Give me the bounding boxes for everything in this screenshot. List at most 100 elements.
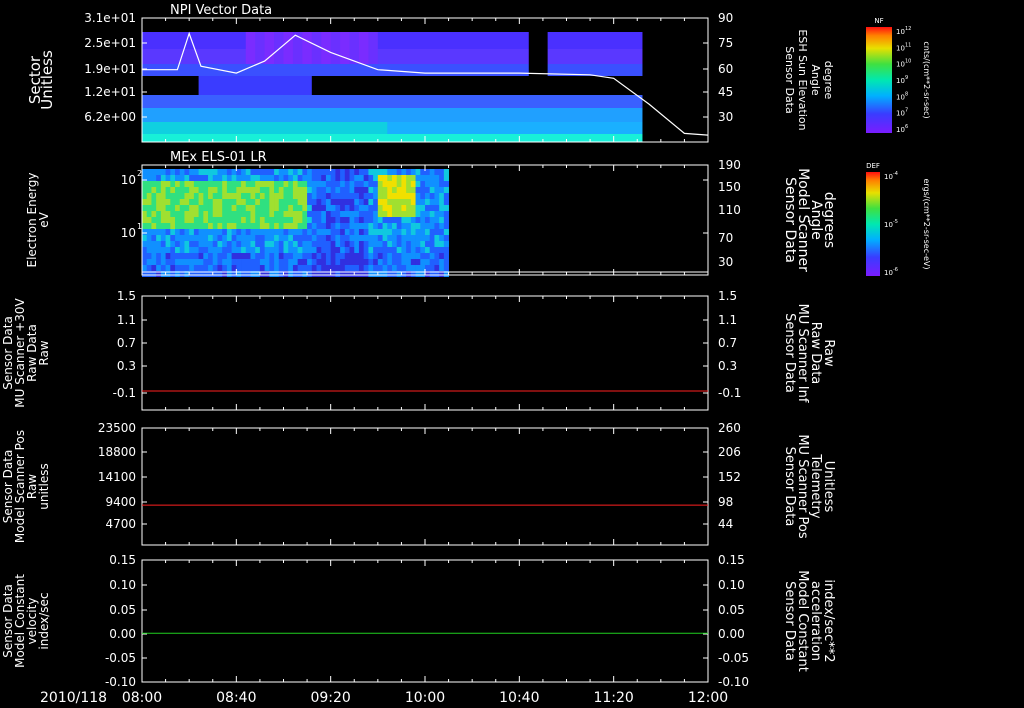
heatmap-cell <box>363 235 369 241</box>
heatmap-cell <box>415 217 421 223</box>
heatmap-cell <box>325 199 332 205</box>
heatmap-cell <box>170 187 176 193</box>
heatmap-cell <box>179 235 185 241</box>
heatmap-cell <box>264 108 275 122</box>
heatmap-cell <box>472 76 483 95</box>
heatmap-cell <box>439 223 445 229</box>
heatmap-cell <box>434 49 445 64</box>
heatmap-cell <box>330 49 341 64</box>
heatmap-cell <box>217 211 223 217</box>
heatmap-cell <box>217 241 223 247</box>
heatmap-cell <box>160 265 166 271</box>
heatmap-cell <box>245 32 256 49</box>
x-tick-label: 08:00 <box>122 690 162 706</box>
heatmap-cell <box>500 64 511 76</box>
heatmap-cell <box>500 49 511 64</box>
heatmap-cell <box>231 229 237 235</box>
heatmap-cell <box>425 205 431 211</box>
heatmap-cell <box>401 265 407 271</box>
heatmap-cell <box>358 205 365 211</box>
heatmap-cell <box>363 169 369 175</box>
heatmap-cell <box>354 229 360 235</box>
heatmap-cell <box>391 235 398 241</box>
heatmap-cell <box>170 181 176 187</box>
y-tick-label: 3.1e+01 <box>84 11 136 25</box>
heatmap-cell <box>453 134 464 142</box>
heatmap-cell <box>330 205 336 211</box>
y-tick-exponent: 2 <box>137 169 142 178</box>
heatmap-cell <box>368 253 374 259</box>
heatmap-cell <box>519 49 530 64</box>
heatmap-cell <box>151 265 157 271</box>
y-tick-label: 0.05 <box>109 603 136 617</box>
heatmap-cell <box>302 247 308 253</box>
heatmap-cell <box>429 217 435 223</box>
heatmap-cell <box>316 253 322 259</box>
heatmap-cell <box>425 229 431 235</box>
heatmap-cell <box>443 229 449 235</box>
heatmap-cell <box>420 211 426 217</box>
heatmap-cell <box>500 122 511 134</box>
heatmap-cell <box>547 49 558 64</box>
heatmap-cell <box>344 265 350 271</box>
heatmap-cell <box>420 241 426 247</box>
right-axis-label: MU Scanner Pos <box>795 434 810 539</box>
heatmap-cell <box>292 199 299 205</box>
heatmap-cell <box>453 122 464 134</box>
heatmap-cell <box>377 259 383 265</box>
colorbar-tick: 10 <box>884 269 893 277</box>
heatmap-cell <box>354 211 360 217</box>
heatmap-cell <box>632 108 643 122</box>
heatmap-cell <box>594 64 605 76</box>
left-axis-label: Raw <box>37 340 51 365</box>
heatmap-cell <box>274 211 280 217</box>
heatmap-cell <box>151 199 157 205</box>
heatmap-cell <box>519 134 530 142</box>
heatmap-cell <box>547 134 558 142</box>
heatmap-cell <box>283 64 294 76</box>
heatmap-cell <box>255 259 261 265</box>
heatmap-cell <box>368 187 374 193</box>
heatmap-cell <box>330 108 341 122</box>
heatmap-cell <box>439 229 445 235</box>
heatmap-cell <box>146 253 152 259</box>
heatmap-cell <box>288 169 294 175</box>
heatmap-cell <box>481 134 492 142</box>
heatmap-cell <box>292 193 299 199</box>
heatmap-cell <box>311 253 317 259</box>
heatmap-cell <box>335 247 341 253</box>
heatmap-cell <box>274 253 280 259</box>
y2-tick-label: 0.05 <box>718 603 745 617</box>
heatmap-cell <box>175 205 181 211</box>
heatmap-cell <box>604 76 615 95</box>
heatmap-cell <box>368 229 374 235</box>
heatmap-cell <box>250 199 256 205</box>
heatmap-cell <box>189 134 200 142</box>
heatmap-cell <box>500 95 511 108</box>
colorbar-unit: ergs/(cm**2-sr-sec-eV) <box>922 178 931 269</box>
heatmap-cell <box>344 181 350 187</box>
heatmap-cell <box>175 253 181 259</box>
heatmap-cell <box>349 187 355 193</box>
heatmap-cell <box>259 169 266 175</box>
heatmap-cell <box>377 169 383 175</box>
heatmap-cell <box>255 205 261 211</box>
heatmap-cell <box>330 229 336 235</box>
heatmap-cell <box>302 181 308 187</box>
heatmap-cell <box>377 235 383 241</box>
heatmap-cell <box>208 241 214 247</box>
heatmap-cell <box>236 175 242 181</box>
y2-tick-label: 110 <box>718 203 741 217</box>
heatmap-cell <box>151 32 162 49</box>
heatmap-cell <box>226 122 237 134</box>
heatmap-cell <box>142 253 148 259</box>
heatmap-cell <box>160 122 171 134</box>
heatmap-cell <box>222 175 228 181</box>
heatmap-cell <box>429 241 435 247</box>
heatmap-cell <box>217 175 223 181</box>
heatmap-cell <box>231 253 237 259</box>
heatmap-cell <box>443 217 449 223</box>
heatmap-cell <box>585 32 596 49</box>
heatmap-cell <box>415 259 421 265</box>
heatmap-cell <box>203 187 209 193</box>
